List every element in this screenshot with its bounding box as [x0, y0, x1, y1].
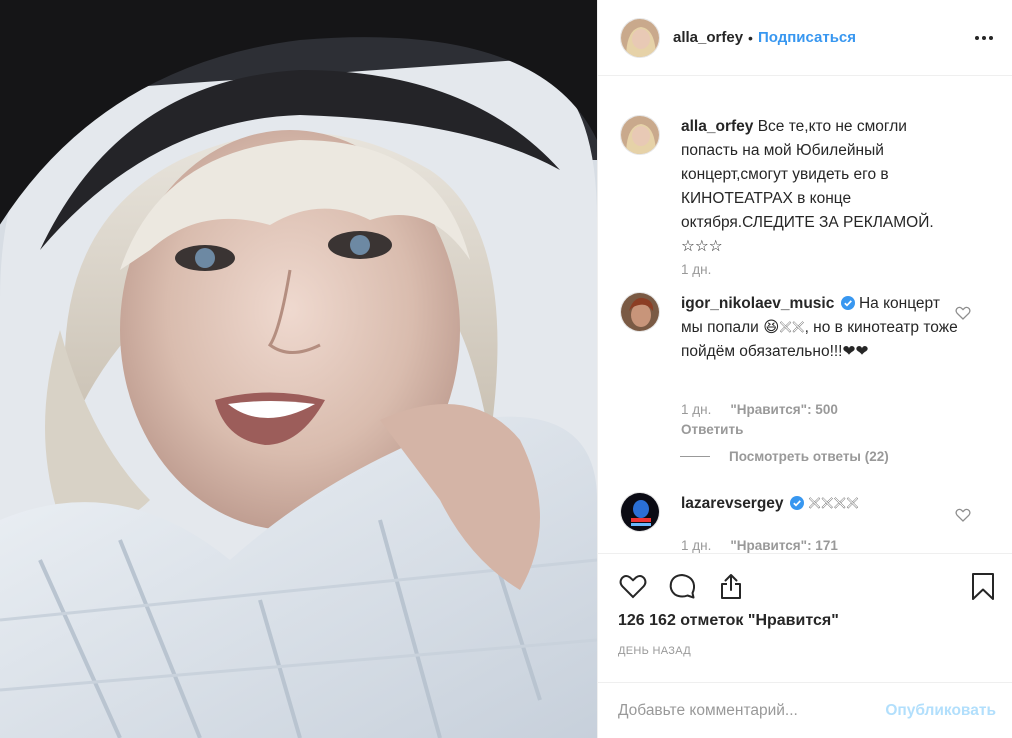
- comment-meta: 1 дн. "Нравится": 171: [681, 538, 838, 553]
- comment-like-icon[interactable]: [955, 507, 971, 523]
- comment-time[interactable]: 1 дн.: [681, 538, 711, 553]
- comment-time[interactable]: 1 дн.: [681, 402, 711, 417]
- comment-like-icon[interactable]: [955, 305, 971, 321]
- view-replies-button[interactable]: Посмотреть ответы (22): [680, 449, 889, 464]
- comment-body: igor_nikolaev_music На концерт мы попали…: [681, 292, 966, 364]
- likes-count[interactable]: 126 162 отметок "Нравится": [618, 612, 839, 630]
- publish-button[interactable]: Опубликовать: [885, 702, 996, 720]
- commenter-username[interactable]: lazarevsergey: [681, 495, 784, 512]
- replies-divider: [680, 456, 710, 457]
- caption-body: alla_orfey Все те,кто не смогли попасть …: [681, 115, 966, 259]
- comment-likes[interactable]: "Нравится": 171: [730, 538, 838, 553]
- author-username[interactable]: alla_orfey: [673, 29, 743, 46]
- post-date[interactable]: ДЕНЬ НАЗАД: [618, 645, 691, 657]
- comment-likes[interactable]: "Нравится": 500: [730, 402, 838, 417]
- share-icon[interactable]: [716, 571, 746, 601]
- commenter-avatar[interactable]: [620, 292, 660, 332]
- header-separator: •: [748, 29, 753, 46]
- comment-body: lazarevsergey 𓏴𓏴𓏴𓏴: [681, 492, 966, 516]
- portrait-image: [0, 0, 597, 738]
- post-header: alla_orfey • Подписаться: [598, 0, 1012, 76]
- comment-input[interactable]: [618, 697, 868, 725]
- comment-text: 𓏴𓏴𓏴𓏴: [808, 495, 859, 512]
- caption-time[interactable]: 1 дн.: [681, 262, 711, 277]
- post-photo[interactable]: [0, 0, 597, 738]
- add-comment-row: Опубликовать: [598, 682, 1012, 738]
- more-options-icon[interactable]: [975, 28, 995, 48]
- follow-button[interactable]: Подписаться: [758, 29, 856, 46]
- verified-badge-icon: [840, 296, 855, 310]
- verified-badge-icon: [789, 496, 804, 510]
- commenter-username[interactable]: igor_nikolaev_music: [681, 295, 834, 312]
- reply-button[interactable]: Ответить: [681, 422, 743, 437]
- comment-meta: 1 дн. "Нравится": 500: [681, 402, 838, 417]
- post-details-panel: alla_orfey • Подписаться alla_orfey Все …: [597, 0, 1012, 738]
- heart-icon[interactable]: [618, 571, 648, 601]
- comment-icon[interactable]: [667, 571, 697, 601]
- commenter-avatar[interactable]: [620, 492, 660, 532]
- caption-text: Все те,кто не смогли попасть на мой Юбил…: [681, 118, 934, 255]
- caption-username[interactable]: alla_orfey: [681, 118, 753, 135]
- bookmark-icon[interactable]: [968, 571, 998, 601]
- author-avatar[interactable]: [620, 17, 660, 58]
- caption-avatar[interactable]: [620, 115, 660, 155]
- comments-list[interactable]: alla_orfey Все те,кто не смогли попасть …: [598, 77, 1012, 553]
- view-replies-label: Посмотреть ответы (22): [729, 449, 889, 464]
